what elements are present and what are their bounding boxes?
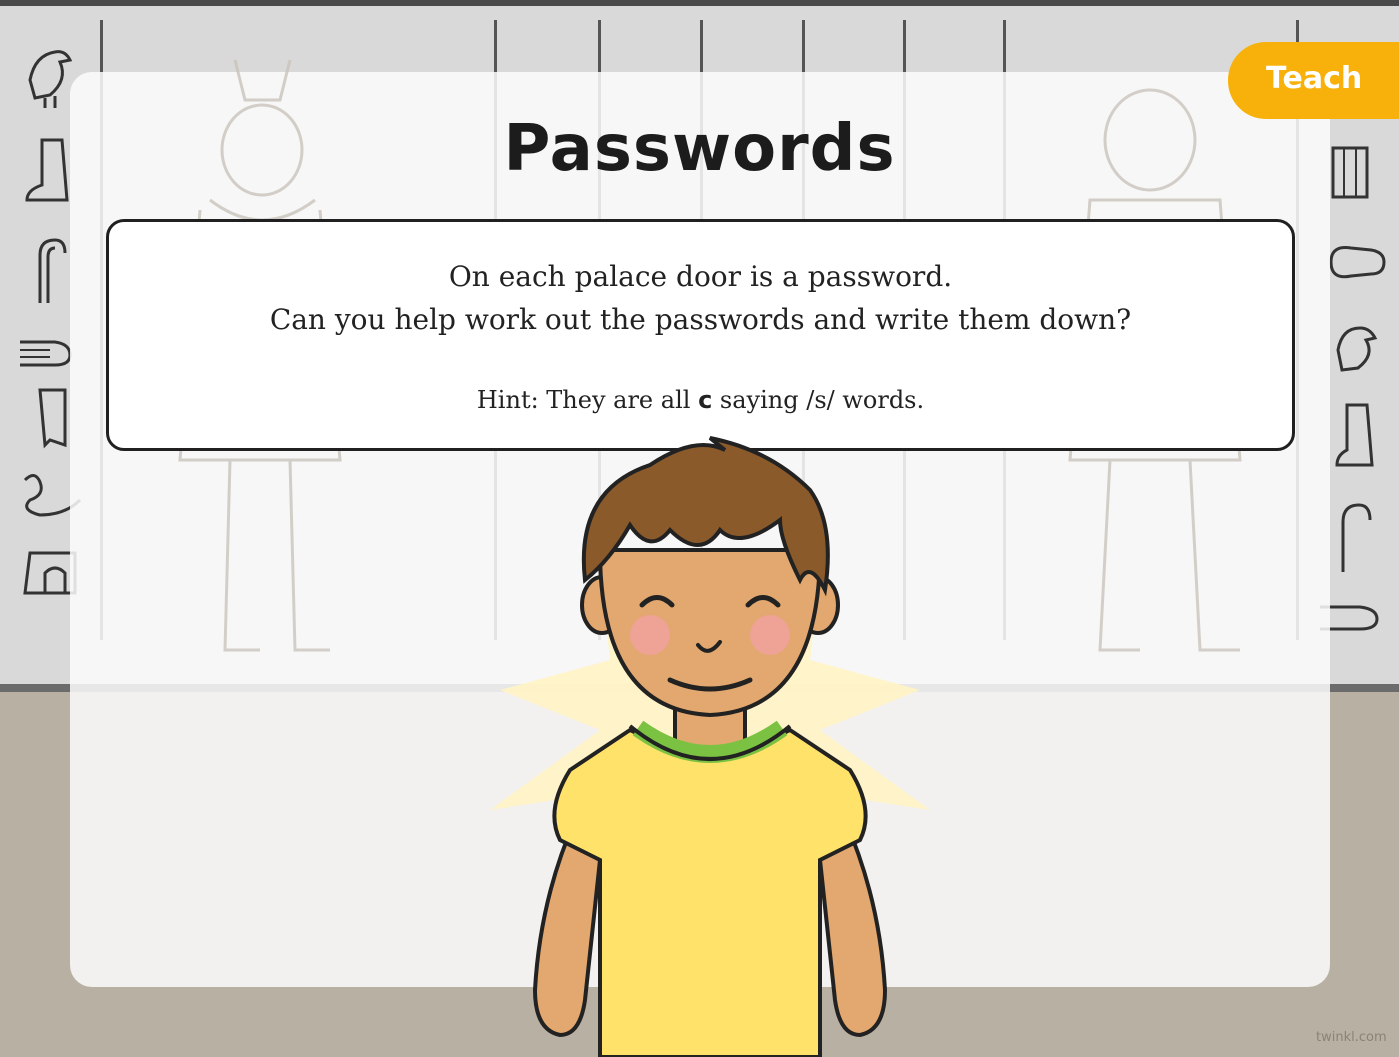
- left-cheek: [630, 615, 670, 655]
- yellow-shirt: [552, 727, 868, 1057]
- bird-hieroglyph-icon: [1330, 320, 1385, 380]
- watermark: twinkl.com: [1316, 1030, 1387, 1045]
- leg-hieroglyph-icon: [1332, 400, 1377, 470]
- slide: Teach Passwords On each palace door is a…: [0, 0, 1399, 1057]
- hand-hieroglyph-icon: [15, 330, 75, 370]
- teach-badge: Teach: [1228, 42, 1399, 119]
- hint-letter: c: [698, 386, 713, 414]
- right-cheek: [750, 615, 790, 655]
- instructions-box: On each palace door is a password. Can y…: [106, 219, 1295, 451]
- instruction-line-1: On each palace door is a password.: [448, 260, 953, 293]
- boy-illustration: [490, 436, 930, 1057]
- staff-hieroglyph-icon: [1335, 500, 1375, 575]
- loaf-hieroglyph-icon: [1326, 240, 1386, 285]
- staff-hieroglyph-icon: [30, 235, 70, 305]
- cloth-hieroglyph-icon: [35, 385, 75, 455]
- hint-prefix: Hint: They are all: [476, 386, 699, 414]
- hint-text: Hint: They are all c saying /s/ words.: [109, 386, 1292, 414]
- teach-badge-label: Teach: [1266, 61, 1363, 96]
- instruction-line-2: Can you help work out the passwords and …: [269, 303, 1132, 336]
- hint-suffix: saying /s/ words.: [712, 386, 925, 414]
- slide-title: Passwords: [503, 112, 896, 186]
